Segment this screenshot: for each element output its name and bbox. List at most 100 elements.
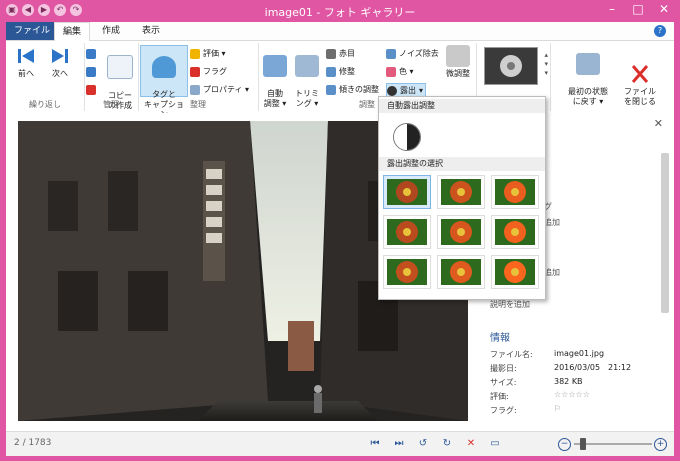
prev-label: 前へ: [18, 69, 34, 78]
tab-view[interactable]: 表示: [134, 22, 168, 40]
zoom-control: − +: [558, 437, 668, 451]
flag-toggle-icon[interactable]: ⚐: [554, 404, 561, 413]
prev-icon: [14, 45, 38, 67]
tag-person-icon: [152, 56, 176, 78]
close-file-label: ファイル を閉じる: [624, 87, 656, 106]
minimize-button[interactable]: –: [602, 2, 622, 16]
rotate-right-icon[interactable]: ↻: [440, 437, 454, 451]
rotate-right-button[interactable]: [86, 65, 96, 78]
exposure-thumbnail[interactable]: [437, 175, 485, 209]
close-file-icon: [628, 53, 652, 83]
zoom-in-icon[interactable]: +: [654, 438, 667, 451]
exposure-dropdown-menu: 自動露出調整 露出調整の選択: [378, 96, 546, 300]
noise-icon: [386, 48, 396, 59]
zoom-slider-thumb[interactable]: [580, 438, 586, 450]
delete-icon: [86, 84, 96, 95]
rating-label: 評価:: [490, 392, 509, 401]
info-scrollbar[interactable]: [661, 153, 669, 313]
next-button[interactable]: 次へ: [44, 45, 76, 79]
status-bar: 2 / 1783 ⏮ ⏭ ↺ ↻ ✕ ▭ − +: [6, 431, 674, 456]
maximize-button[interactable]: □: [628, 2, 648, 16]
title-bar: ▣ ◀ ▶ ↶ ↷ image01 - フォト ギャラリー – □ ✕: [0, 0, 680, 22]
straighten-label: 傾きの調整: [339, 85, 379, 94]
exposure-thumbnail[interactable]: [383, 175, 431, 209]
auto-adjust-icon: [263, 55, 287, 77]
size-label: サイズ:: [490, 378, 517, 387]
date-value: 2016/03/05: [554, 363, 601, 372]
effect-preview-thumb[interactable]: [484, 47, 538, 85]
group-organize: タグと キャプション 評価 ▾ フラグ プロパティ ▾ 整理: [138, 43, 259, 119]
property-label: プロパティ ▾: [203, 85, 250, 94]
group-label-repeat: 繰り返し: [29, 100, 61, 109]
next-label: 次へ: [52, 69, 68, 78]
bottom-toolbar: ⏮ ⏭ ↺ ↻ ✕ ▭: [368, 437, 502, 451]
retouch-button[interactable]: 修整: [326, 65, 355, 78]
color-button[interactable]: 色 ▾: [386, 65, 414, 78]
tab-file[interactable]: ファイル: [6, 22, 59, 40]
add-description-link[interactable]: 説明を追加: [490, 299, 530, 310]
flag-label: フラグ:: [490, 406, 517, 415]
partial-text: 追加: [544, 218, 560, 227]
size-value: 382 KB: [554, 377, 583, 386]
filename-value: image01.jpg: [554, 349, 605, 358]
ribbon: 前へ 次へ 繰り返し コピー の作成 管理 タグと キャプショ 評価 ▾ フラグ…: [6, 41, 674, 119]
tab-edit[interactable]: 編集: [54, 22, 91, 41]
group-label-manage: 管理: [103, 100, 119, 109]
rotate-right-icon: [86, 66, 96, 77]
help-icon[interactable]: ?: [654, 25, 666, 37]
partial-text: 追加: [544, 268, 560, 277]
group-manage: コピー の作成 管理: [84, 43, 139, 111]
rotate-left-button[interactable]: [86, 47, 96, 60]
close-panel-icon[interactable]: ✕: [654, 117, 663, 130]
revert-label: 最初の状態 に戻す ▾: [568, 87, 608, 106]
copy-icon: [107, 55, 133, 79]
fine-tune-label: 微調整: [446, 69, 470, 78]
tag-caption-button[interactable]: タグと キャプション: [140, 45, 188, 119]
redeye-label: 赤目: [339, 49, 355, 58]
exposure-thumbnail[interactable]: [383, 215, 431, 249]
auto-exposure-header: 自動露出調整: [379, 99, 545, 113]
app-window: ▣ ◀ ▶ ↶ ↷ image01 - フォト ギャラリー – □ ✕ ファイル…: [0, 0, 680, 461]
exposure-thumbnail[interactable]: [437, 215, 485, 249]
exposure-thumbnail[interactable]: [491, 215, 539, 249]
slider-icon: [446, 45, 470, 67]
flag-button[interactable]: フラグ: [190, 65, 227, 78]
exposure-thumbnail[interactable]: [491, 255, 539, 289]
delete-icon[interactable]: ✕: [464, 437, 478, 451]
straighten-button[interactable]: 傾きの調整: [326, 83, 379, 96]
exposure-thumbnail[interactable]: [383, 255, 431, 289]
fine-tune-button[interactable]: 微調整: [442, 45, 474, 79]
close-window-button[interactable]: ✕: [654, 2, 674, 16]
exposure-thumbnail[interactable]: [437, 255, 485, 289]
slideshow-icon[interactable]: ▭: [488, 437, 502, 451]
property-icon: [190, 84, 200, 95]
retouch-label: 修整: [339, 67, 355, 76]
star-icon: [190, 48, 200, 59]
prev-button[interactable]: 前へ: [10, 45, 42, 79]
straighten-icon: [326, 84, 336, 95]
window-title: image01 - フォト ギャラリー: [264, 6, 416, 19]
ribbon-tabs: ファイル 編集 作成 表示 ?: [6, 22, 674, 41]
zoom-out-icon[interactable]: −: [558, 438, 571, 451]
close-file-button[interactable]: ファイル を閉じる: [618, 43, 662, 107]
rating-button[interactable]: 評価 ▾: [190, 47, 226, 60]
rotate-left-icon[interactable]: ↺: [416, 437, 430, 451]
rating-label: 評価 ▾: [203, 49, 226, 58]
rating-stars[interactable]: ☆☆☆☆☆: [554, 390, 590, 399]
rotate-left-icon: [86, 48, 96, 59]
photo-counter: 2 / 1783: [14, 438, 52, 448]
exposure-thumbnail[interactable]: [491, 175, 539, 209]
preview-scroll-icon[interactable]: ▴ ▾ ▾: [544, 51, 548, 78]
property-button[interactable]: プロパティ ▾: [190, 83, 249, 96]
color-label: 色 ▾: [399, 67, 414, 76]
main-content: ✕ グ 追加 追加 説明を追加 情報 ファイル名: image01.jpg 撮影…: [6, 113, 674, 431]
noise-button[interactable]: ノイズ除去: [386, 47, 439, 60]
revert-button[interactable]: 最初の状態 に戻す ▾: [562, 43, 614, 107]
next-icon[interactable]: ⏭: [392, 437, 406, 451]
redeye-button[interactable]: 赤目: [326, 47, 355, 60]
prev-icon[interactable]: ⏮: [368, 437, 382, 451]
auto-exposure-icon[interactable]: [393, 123, 421, 151]
delete-button[interactable]: [86, 83, 96, 96]
tab-create[interactable]: 作成: [94, 22, 128, 40]
eye-icon: [326, 48, 336, 59]
